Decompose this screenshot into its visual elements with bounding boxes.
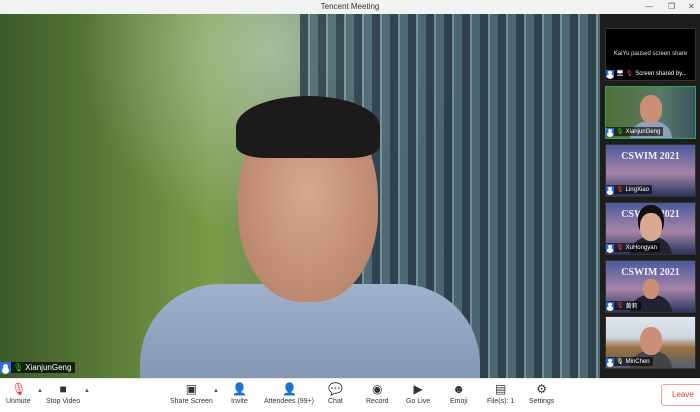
mic-icon: 🎙 bbox=[616, 359, 624, 365]
mic-muted-icon: 🎙 bbox=[616, 245, 624, 251]
video-options-caret[interactable]: ▲ bbox=[84, 388, 90, 394]
unmute-label: Unmute bbox=[6, 398, 31, 405]
go-live-label: Go Live bbox=[406, 398, 431, 405]
window-title: Tencent Meeting bbox=[320, 2, 380, 11]
participant-tile[interactable]: 🎙 XianjunGeng bbox=[605, 86, 696, 139]
record-icon: ◉ bbox=[372, 382, 383, 396]
stop-video-button[interactable]: ■ Stop Video bbox=[46, 383, 80, 405]
participant-face bbox=[643, 279, 659, 299]
mic-muted-icon: 🎙 bbox=[11, 382, 27, 396]
speaker-hair bbox=[236, 96, 380, 158]
attendees-icon: 👤 bbox=[282, 382, 297, 396]
emoji-icon: ☻ bbox=[452, 382, 466, 396]
share-screen-button[interactable]: ▣ Share Screen bbox=[170, 383, 213, 405]
monitor-icon: 🖥 bbox=[616, 71, 624, 77]
attendees-button[interactable]: 👤 Attendees (99+) bbox=[264, 383, 314, 405]
record-button[interactable]: ◉ Record bbox=[366, 383, 389, 405]
go-live-button[interactable]: ▶ Go Live bbox=[406, 383, 430, 405]
participant-tile[interactable]: 🎙 MinChen bbox=[605, 316, 696, 369]
live-icon: ▶ bbox=[413, 382, 423, 396]
close-button[interactable]: ✕ bbox=[688, 0, 695, 14]
participant-face bbox=[640, 327, 662, 355]
stop-video-label: Stop Video bbox=[46, 398, 81, 405]
share-screen-icon: ▣ bbox=[185, 382, 198, 396]
audio-options-caret[interactable]: ▲ bbox=[37, 388, 43, 394]
participant-face bbox=[640, 95, 662, 123]
chat-icon: 💬 bbox=[328, 382, 344, 396]
share-status: KaiYu paused screen share bbox=[613, 51, 688, 57]
tile-banner: CSWIM 2021 bbox=[621, 151, 680, 162]
participant-tile[interactable]: CSWIM 2021 🎙 XuHongyan bbox=[605, 202, 696, 255]
user-icon bbox=[606, 127, 614, 136]
participant-face bbox=[640, 213, 662, 241]
share-label: 🖥 🎙 Screen shared by... bbox=[606, 69, 690, 78]
emoji-button[interactable]: ☻ Emoji bbox=[450, 383, 468, 405]
settings-button[interactable]: ⚙ Settings bbox=[529, 383, 554, 405]
participant-name-tag: 🎙 XianjunGeng bbox=[606, 127, 664, 136]
minimize-button[interactable]: — bbox=[645, 0, 653, 14]
mic-icon: 🎙 bbox=[13, 363, 24, 372]
unmute-button[interactable]: 🎙 Unmute bbox=[6, 383, 31, 405]
mic-muted-icon: 🎙 bbox=[616, 303, 624, 309]
speaker-name-tag: 🎙 XianjunGeng bbox=[0, 362, 76, 373]
participant-name-tag: 🎙 LingXiao bbox=[606, 185, 652, 194]
participant-name-tag: 🎙 黄莉 bbox=[606, 301, 641, 310]
files-button[interactable]: ▤ File(s): 1 bbox=[487, 383, 514, 405]
invite-button[interactable]: 👤 Invite bbox=[231, 383, 248, 405]
invite-label: Invite bbox=[231, 398, 248, 405]
user-icon bbox=[606, 243, 614, 252]
participant-sidebar: KaiYu paused screen share 🖥 🎙 Screen share… bbox=[600, 14, 700, 378]
main-video[interactable] bbox=[0, 14, 600, 378]
mic-muted-icon: 🎙 bbox=[616, 187, 624, 193]
emoji-label: Emoji bbox=[450, 398, 468, 405]
camera-icon: ■ bbox=[59, 382, 67, 396]
user-icon bbox=[606, 301, 614, 310]
settings-label: Settings bbox=[529, 398, 555, 405]
user-icon bbox=[0, 362, 11, 373]
tile-banner: CSWIM 2021 bbox=[621, 267, 680, 278]
share-screen-label: Share Screen bbox=[170, 398, 213, 405]
participant-tile[interactable]: CSWIM 2021 🎙 LingXiao bbox=[605, 144, 696, 197]
meeting-toolbar: 🎙 Unmute ▲ ■ Stop Video ▲ ▣ Share Screen ▲ … bbox=[0, 378, 700, 412]
attendees-label: Attendees (99+) bbox=[264, 398, 315, 405]
user-icon bbox=[606, 357, 614, 366]
mic-icon: 🎙 bbox=[616, 129, 624, 135]
user-icon bbox=[606, 185, 614, 194]
file-icon: ▤ bbox=[494, 382, 507, 396]
invite-icon: 👤 bbox=[232, 382, 248, 396]
restore-button[interactable]: ❐ bbox=[668, 0, 675, 14]
share-options-caret[interactable]: ▲ bbox=[213, 388, 219, 394]
files-label: File(s): 1 bbox=[487, 398, 515, 405]
participant-name-tag: 🎙 MinChen bbox=[606, 357, 653, 366]
participant-tile[interactable]: CSWIM 2021 🎙 黄莉 bbox=[605, 260, 696, 313]
record-label: Record bbox=[366, 398, 389, 405]
chat-button[interactable]: 💬 Chat bbox=[328, 383, 343, 405]
speaker-name: XianjunGeng bbox=[25, 363, 72, 372]
screen-share-tile[interactable]: KaiYu paused screen share 🖥 🎙 Screen share… bbox=[605, 28, 696, 81]
title-bar: Tencent Meeting bbox=[0, 0, 700, 14]
user-icon bbox=[606, 69, 614, 78]
gear-icon: ⚙ bbox=[536, 382, 548, 396]
mic-muted-icon: 🎙 bbox=[625, 71, 634, 77]
participant-name-tag: 🎙 XuHongyan bbox=[606, 243, 660, 252]
chat-label: Chat bbox=[328, 398, 343, 405]
leave-button[interactable]: Leave bbox=[661, 384, 700, 406]
